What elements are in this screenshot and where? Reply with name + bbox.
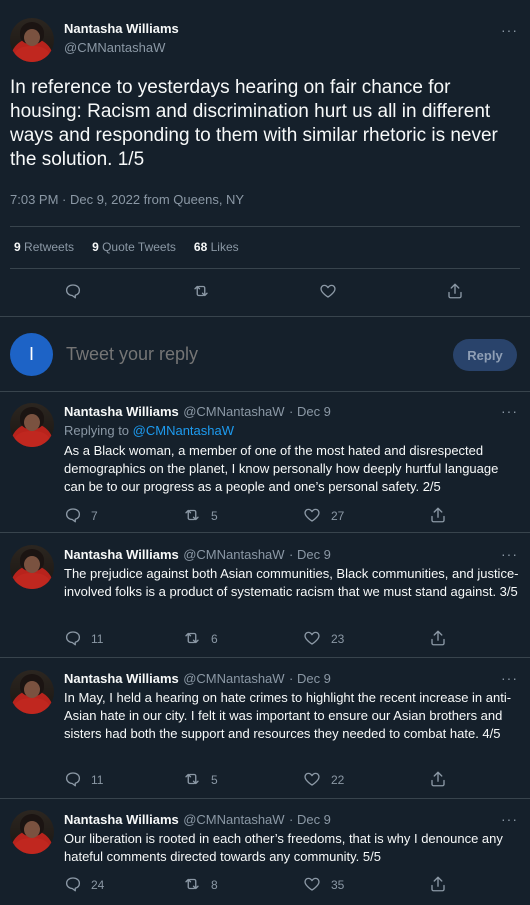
retweet-icon[interactable] — [183, 506, 201, 524]
author-handle[interactable]: @CMNantashaW — [183, 812, 284, 827]
author-avatar[interactable] — [10, 18, 54, 62]
like-count: 27 — [331, 509, 345, 523]
tweet-actions: 11 6 23 — [0, 629, 530, 653]
tweet-header: Nantasha Williams @CMNantashaW · Dec 9 — [64, 403, 331, 421]
author-handle[interactable]: @CMNantashaW — [183, 547, 284, 562]
thread-tweet[interactable]: Nantasha Williams @CMNantashaW · Dec 9 ·… — [0, 658, 530, 799]
tweet-text: As a Black woman, a member of one of the… — [64, 443, 499, 494]
reply-composer: I Reply — [0, 316, 530, 392]
main-tweet: Nantasha Williams @CMNantashaW ··· In re… — [0, 0, 530, 316]
tweet-timestamp[interactable]: 7:03 PM · Dec 9, 2022 from Queens, NY — [10, 192, 244, 207]
thread-tweet[interactable]: Nantasha Williams @CMNantashaW · Dec 9 ·… — [0, 392, 530, 533]
heart-icon[interactable] — [303, 506, 321, 524]
thread-tweet[interactable]: Nantasha Williams @CMNantashaW · Dec 9 ·… — [0, 799, 530, 905]
reply-icon[interactable] — [64, 770, 82, 788]
share-icon[interactable] — [429, 506, 447, 524]
tweet-actions: 7 5 27 — [0, 506, 530, 530]
more-options-icon[interactable]: ··· — [501, 811, 518, 827]
replying-to: Replying to @CMNantashaW — [64, 423, 235, 438]
reply-icon[interactable] — [64, 629, 82, 647]
reply-button[interactable]: Reply — [453, 339, 517, 371]
author-avatar[interactable] — [10, 403, 54, 447]
author-name[interactable]: Nantasha Williams — [64, 404, 179, 419]
tweet-date[interactable]: · Dec 9 — [289, 812, 331, 827]
retweet-icon[interactable] — [183, 770, 201, 788]
tweet-text: In May, I held a hearing on hate crimes … — [64, 690, 512, 741]
tweet-text: The prejudice against both Asian communi… — [64, 566, 519, 599]
tweet-actions — [0, 282, 530, 306]
retweet-count: 8 — [211, 878, 218, 892]
retweet-icon[interactable] — [183, 629, 201, 647]
divider — [10, 226, 520, 227]
replying-to-link[interactable]: @CMNantashaW — [133, 423, 234, 438]
tweet-date[interactable]: · Dec 9 — [289, 547, 331, 562]
retweet-icon[interactable] — [183, 875, 201, 893]
retweets-stat[interactable]: 9 Retweets — [14, 240, 74, 254]
author-name[interactable]: Nantasha Williams — [64, 812, 179, 827]
author-name[interactable]: Nantasha Williams — [64, 671, 179, 686]
reply-icon[interactable] — [64, 506, 82, 524]
divider — [10, 268, 520, 269]
thread-tweet[interactable]: Nantasha Williams @CMNantashaW · Dec 9 ·… — [0, 533, 530, 658]
author-avatar[interactable] — [10, 810, 54, 854]
tweet-stats: 9 Retweets 9 Quote Tweets 68 Likes — [14, 240, 239, 254]
quote-tweets-stat[interactable]: 9 Quote Tweets — [92, 240, 176, 254]
user-avatar[interactable]: I — [10, 333, 53, 376]
author-handle[interactable]: @CMNantashaW — [183, 404, 284, 419]
author-handle[interactable]: @CMNantashaW — [64, 40, 165, 55]
share-icon[interactable] — [429, 770, 447, 788]
author-handle[interactable]: @CMNantashaW — [183, 671, 284, 686]
more-options-icon[interactable]: ··· — [501, 403, 518, 419]
reply-icon[interactable] — [64, 875, 82, 893]
share-icon[interactable] — [429, 875, 447, 893]
tweet-text: Our liberation is rooted in each other’s… — [64, 831, 503, 864]
share-icon[interactable] — [446, 282, 464, 300]
reply-count: 11 — [91, 632, 104, 646]
heart-icon[interactable] — [303, 770, 321, 788]
tweet-actions: 11 5 22 — [0, 770, 530, 794]
heart-icon[interactable] — [303, 629, 321, 647]
like-count: 22 — [331, 773, 345, 787]
retweet-icon[interactable] — [192, 282, 210, 300]
retweet-count: 5 — [211, 509, 218, 523]
author-avatar[interactable] — [10, 670, 54, 714]
more-options-icon[interactable]: ··· — [501, 546, 518, 562]
tweet-header: Nantasha Williams @CMNantashaW · Dec 9 — [64, 670, 331, 688]
like-count: 35 — [331, 878, 345, 892]
author-name[interactable]: Nantasha Williams — [64, 21, 179, 36]
heart-icon[interactable] — [303, 875, 321, 893]
tweet-header: Nantasha Williams @CMNantashaW · Dec 9 — [64, 811, 331, 829]
tweet-date[interactable]: · Dec 9 — [289, 671, 331, 686]
tweet-text: In reference to yesterdays hearing on fa… — [10, 77, 498, 170]
reply-input[interactable] — [66, 344, 386, 365]
reply-count: 7 — [91, 509, 98, 523]
heart-icon[interactable] — [319, 282, 337, 300]
more-options-icon[interactable]: ··· — [501, 22, 518, 38]
author-avatar[interactable] — [10, 545, 54, 589]
reply-icon[interactable] — [64, 282, 82, 300]
share-icon[interactable] — [429, 629, 447, 647]
reply-count: 11 — [91, 773, 104, 787]
like-count: 23 — [331, 632, 345, 646]
more-options-icon[interactable]: ··· — [501, 670, 518, 686]
likes-stat[interactable]: 68 Likes — [194, 240, 239, 254]
retweet-count: 6 — [211, 632, 218, 646]
reply-count: 24 — [91, 878, 105, 892]
retweet-count: 5 — [211, 773, 218, 787]
tweet-actions: 24 8 35 — [0, 875, 530, 899]
author-name[interactable]: Nantasha Williams — [64, 547, 179, 562]
tweet-header: Nantasha Williams @CMNantashaW · Dec 9 — [64, 546, 331, 564]
tweet-date[interactable]: · Dec 9 — [289, 404, 331, 419]
